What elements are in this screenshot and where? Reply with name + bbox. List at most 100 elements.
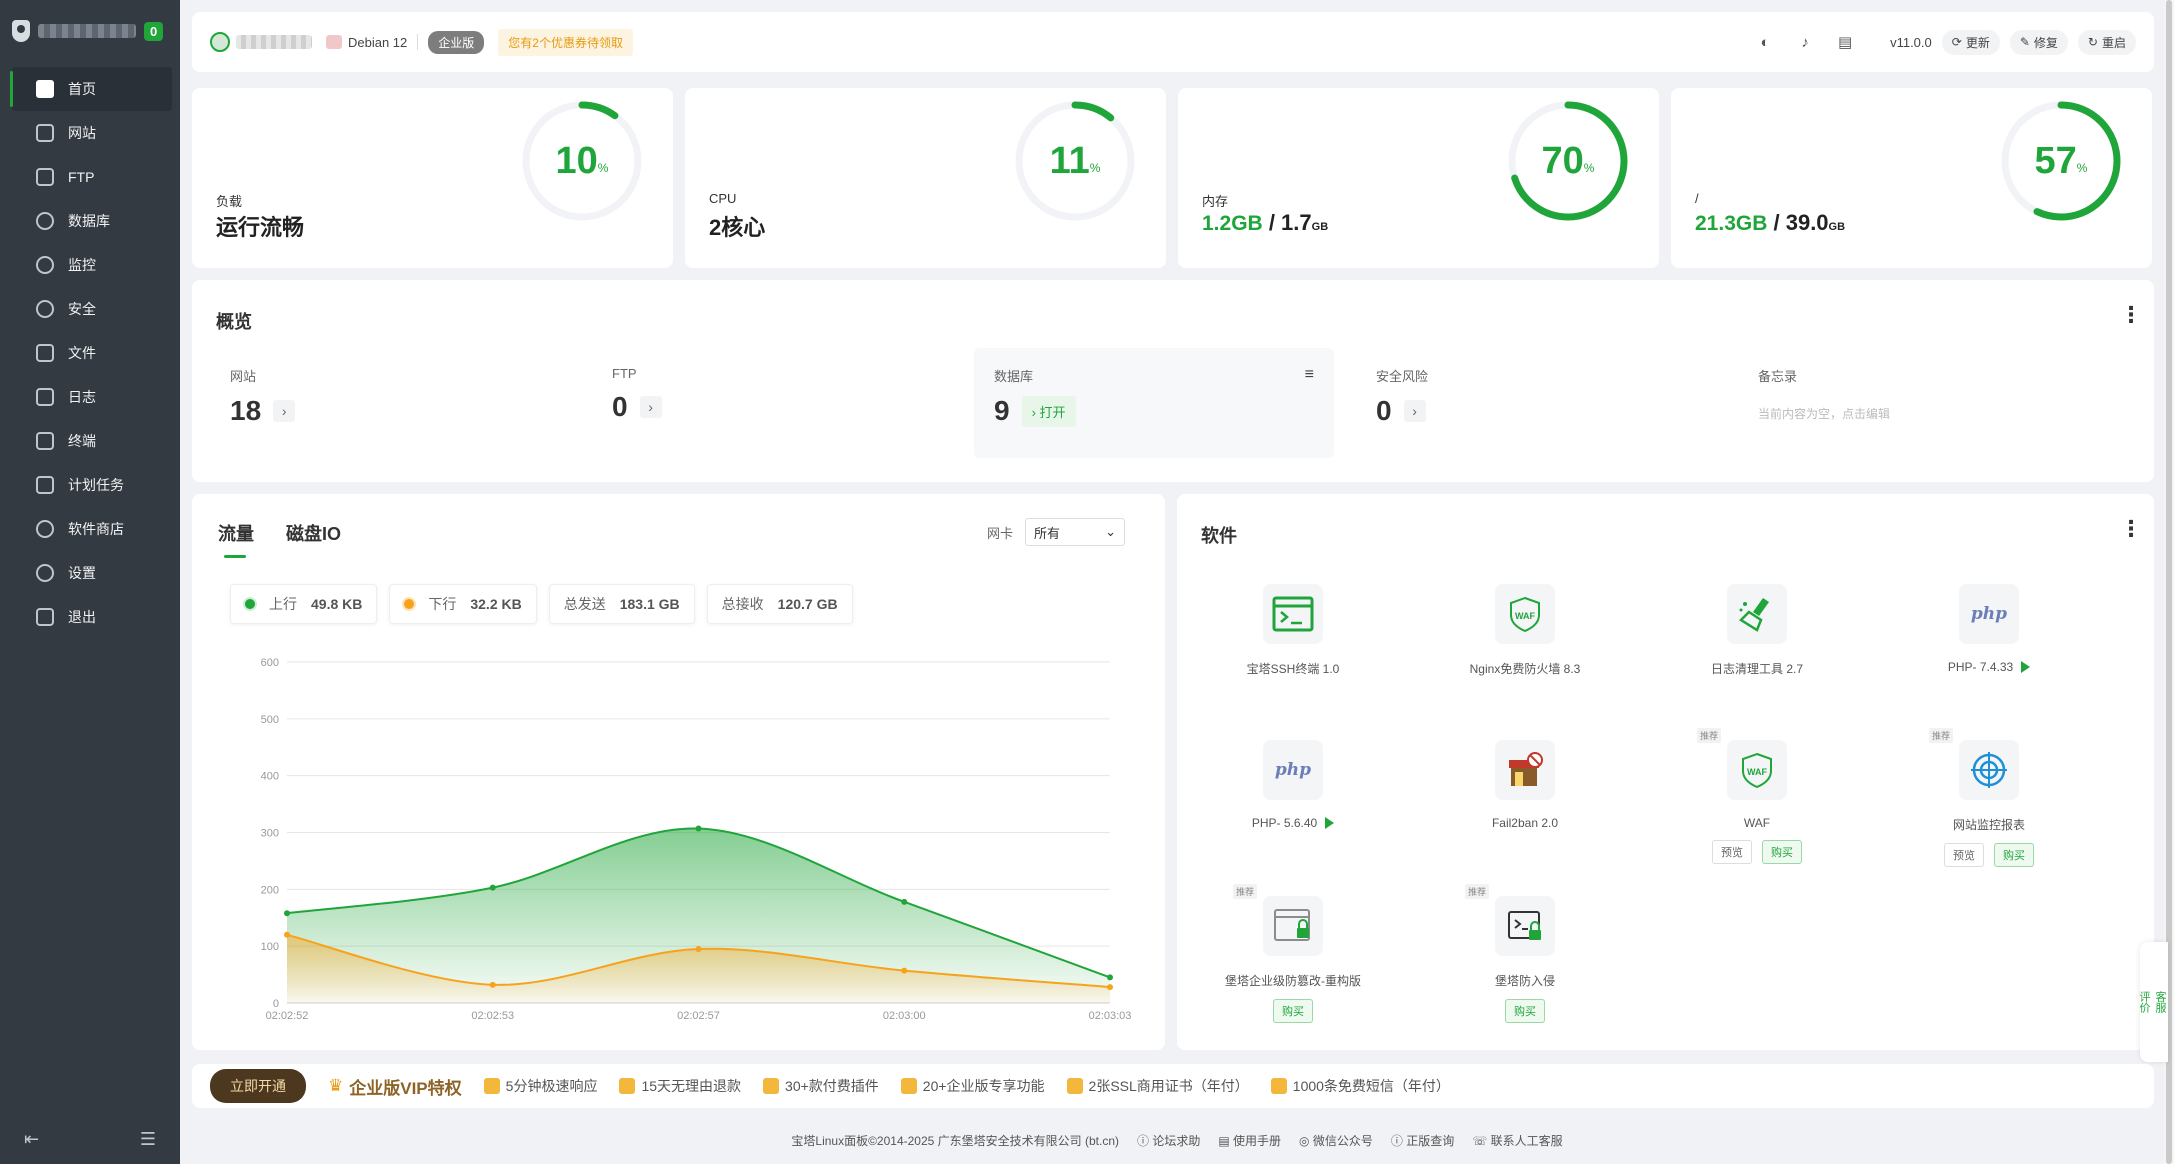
sidebar-item-settings[interactable]: 设置	[0, 551, 180, 595]
sidebar-item-website[interactable]: 网站	[0, 111, 180, 155]
software-waf[interactable]: 推荐 WAF WAF 预览 购买	[1641, 728, 1873, 864]
tab-disk-io[interactable]: 磁盘IO	[286, 520, 341, 556]
open-database-button[interactable]: › 打开	[1021, 395, 1076, 427]
overview-label: 网站	[230, 369, 257, 384]
chevron-right-icon[interactable]: ›	[639, 396, 662, 418]
stat-value: 183.1 GB	[619, 596, 680, 612]
total-value: 39.0	[1785, 210, 1829, 235]
buy-button[interactable]: 购买	[1505, 999, 1545, 1023]
vip-activate-button[interactable]: 立即开通	[210, 1069, 306, 1103]
link-label: 微信公众号	[1312, 1134, 1373, 1148]
software-actions: 购买	[1177, 999, 1409, 1023]
tab-traffic[interactable]: 流量	[218, 520, 254, 558]
sidebar-item-store[interactable]: 软件商店	[0, 507, 180, 551]
footer-link-support[interactable]: ☏ 联系人工客服	[1472, 1132, 1562, 1149]
php-icon: php	[1263, 740, 1323, 800]
used-unit: GB	[1231, 212, 1263, 235]
software-actions: 预览 购买	[1641, 840, 1873, 864]
coupon-notice[interactable]: 您有2个优惠券待领取	[498, 28, 633, 56]
software-tamper-proof[interactable]: 推荐 堡塔企业级防篡改-重构版 购买	[1177, 884, 1409, 1023]
count-value: 9	[994, 395, 1010, 426]
overview-security-risk[interactable]: 安全风险 0 ›	[1356, 348, 1716, 458]
sidebar-item-logout[interactable]: 退出	[0, 595, 180, 639]
nic-label: 网卡	[986, 525, 1013, 541]
overview-websites[interactable]: 网站 18 ›	[210, 348, 570, 458]
collapse-sidebar-icon[interactable]: ⇤	[24, 1129, 39, 1150]
software-intrusion-prevention[interactable]: 推荐 堡塔防入侵 购买	[1409, 884, 1641, 1023]
stat-card-load[interactable]: 负载 运行流畅 10%	[192, 88, 673, 268]
download-point	[901, 967, 908, 974]
software-fail2ban[interactable]: Fail2ban 2.0	[1409, 740, 1641, 830]
stat-card-disk[interactable]: / 21.3GB / 39.0GB 57%	[1671, 88, 2152, 268]
memo-placeholder[interactable]: 当前内容为空，点击编辑	[1758, 405, 2078, 422]
repair-button[interactable]: ✎ 修复	[2009, 29, 2068, 55]
more-options-icon[interactable]: ⋮	[2120, 518, 2142, 540]
footer-link-verify[interactable]: ⓘ 正版查询	[1391, 1132, 1454, 1149]
update-button[interactable]: ⟳ 更新	[1941, 29, 2000, 55]
nic-select[interactable]: 所有 ⌄	[1025, 518, 1125, 546]
bell-icon[interactable]: ♪	[1790, 29, 1820, 55]
software-name: 宝塔SSH终端 1.0	[1177, 660, 1409, 677]
sidebar-item-label: FTP	[68, 169, 95, 185]
sidebar-item-label: 终端	[68, 433, 96, 449]
software-php56[interactable]: php PHP- 5.6.40	[1177, 740, 1409, 830]
y-tick-label: 100	[261, 941, 279, 953]
chevron-right-icon[interactable]: ›	[1403, 400, 1426, 422]
overview-memo[interactable]: 备忘录 当前内容为空，点击编辑	[1738, 348, 2098, 458]
software-title: 软件	[1201, 526, 1237, 546]
panel-version[interactable]: v11.0.0	[1890, 35, 1932, 50]
overview-database[interactable]: 数据库 ≡ 9 › 打开	[974, 348, 1334, 458]
sidebar-item-monitor[interactable]: 监控	[0, 243, 180, 287]
download-point	[284, 931, 290, 938]
software-ssh-terminal[interactable]: 宝塔SSH终端 1.0	[1177, 584, 1409, 677]
sidebar-item-terminal[interactable]: 终端	[0, 419, 180, 463]
notes-icon[interactable]: ▤	[1830, 29, 1860, 55]
vip-banner: 立即开通 ♛ 企业版VIP特权 5分钟极速响应 15天无理由退款 30+款付费插件…	[192, 1064, 2154, 1108]
software-nginx-waf[interactable]: WAF Nginx免费防火墙 8.3	[1409, 584, 1641, 677]
chevron-right-icon[interactable]: ›	[273, 400, 296, 422]
count-value: 0	[612, 391, 628, 422]
stat-value: 32.2 KB	[470, 596, 522, 612]
more-options-icon[interactable]: ⋮	[2120, 304, 2142, 326]
y-tick-label: 600	[261, 657, 279, 669]
stat-card-cpu[interactable]: CPU 2核心 11%	[685, 88, 1166, 268]
buy-button[interactable]: 购买	[1994, 843, 2034, 867]
total-sent-stat: 总发送 183.1 GB	[548, 584, 695, 624]
software-site-monitor[interactable]: 推荐 网站监控报表 预览 购买	[1873, 728, 2105, 867]
sidebar-item-files[interactable]: 文件	[0, 331, 180, 375]
vip-feature: 15天无理由退款	[619, 1076, 741, 1096]
footer-link-manual[interactable]: ▤ 使用手册	[1218, 1132, 1281, 1149]
sidebar-item-home[interactable]: 首页	[10, 67, 172, 111]
menu-list-icon[interactable]: ☰	[140, 1129, 156, 1150]
sidebar-item-ftp[interactable]: FTP	[0, 155, 180, 199]
user-avatar-icon[interactable]	[210, 32, 230, 52]
notification-badge[interactable]: 0	[144, 21, 164, 41]
sidebar-item-security[interactable]: 安全	[0, 287, 180, 331]
software-name: 日志清理工具 2.7	[1641, 660, 1873, 677]
buy-button[interactable]: 购买	[1273, 999, 1313, 1023]
overview-ftp[interactable]: FTP 0 ›	[592, 348, 952, 458]
software-log-cleaner[interactable]: 日志清理工具 2.7	[1641, 584, 1873, 677]
buy-button[interactable]: 购买	[1762, 840, 1802, 864]
restart-button[interactable]: ↻ 重启	[2077, 29, 2136, 55]
customer-service-button[interactable]: 客服	[2152, 991, 2168, 1013]
list-icon[interactable]: ≡	[1305, 366, 1314, 384]
footer-link-wechat[interactable]: ◎ 微信公众号	[1299, 1132, 1373, 1149]
sidebar-item-cron[interactable]: 计划任务	[0, 463, 180, 507]
sidebar-item-database[interactable]: 数据库	[0, 199, 180, 243]
preview-button[interactable]: 预览	[1944, 843, 1984, 867]
headset-icon: ☏	[1472, 1134, 1491, 1148]
review-button[interactable]: 评价	[2136, 991, 2152, 1013]
overview-label: 备忘录	[1758, 369, 1798, 384]
preview-button[interactable]: 预览	[1712, 840, 1752, 864]
software-php74[interactable]: php PHP- 7.4.33	[1873, 584, 2105, 674]
sidebar-item-label: 安全	[68, 301, 96, 317]
footer-link-forum[interactable]: ⓘ 论坛求助	[1137, 1132, 1200, 1149]
used-value: 1.2	[1202, 212, 1232, 235]
play-icon[interactable]	[1325, 817, 1335, 829]
sidebar-item-logs[interactable]: 日志	[0, 375, 180, 419]
stat-card-memory[interactable]: 内存 1.2GB / 1.7GB 70%	[1178, 88, 1659, 268]
edition-badge[interactable]: 企业版	[428, 30, 485, 54]
play-icon[interactable]	[2021, 661, 2031, 673]
theme-palette-icon[interactable]: ◐	[1750, 29, 1780, 55]
